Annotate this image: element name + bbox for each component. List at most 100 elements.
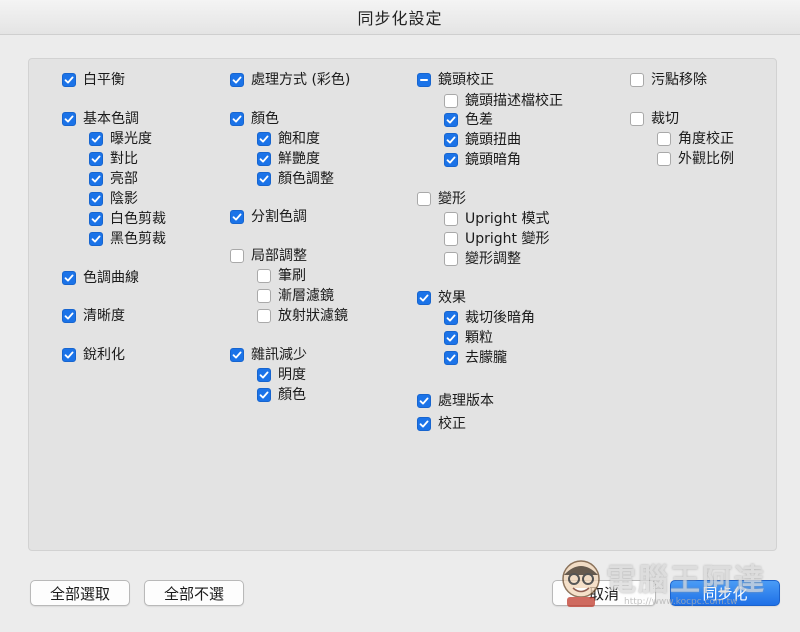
checkbox-unchecked[interactable] xyxy=(444,252,458,266)
checkbox-item[interactable]: 鏡頭扭曲 xyxy=(444,130,521,150)
checkbox-label: 鮮艷度 xyxy=(278,151,320,167)
checkbox-item[interactable]: 筆刷 xyxy=(257,266,306,286)
checkbox-item[interactable]: 處理方式 (彩色) xyxy=(230,70,350,90)
checkbox-checked[interactable] xyxy=(89,212,103,226)
checkbox-item[interactable]: 基本色調 xyxy=(62,109,139,129)
checkbox-checked[interactable] xyxy=(444,113,458,127)
checkbox-checked[interactable] xyxy=(230,73,244,87)
checkbox-item[interactable]: 色差 xyxy=(444,110,493,130)
checkbox-checked[interactable] xyxy=(89,152,103,166)
checkbox-label: 顏色調整 xyxy=(278,171,334,187)
checkbox-checked[interactable] xyxy=(62,73,76,87)
sync-button[interactable]: 同步化 xyxy=(670,580,780,606)
checkbox-item[interactable]: 黑色剪裁 xyxy=(89,229,166,249)
checkbox-item[interactable]: 裁切 xyxy=(630,109,679,129)
checkbox-unchecked[interactable] xyxy=(444,94,458,108)
checkbox-unchecked[interactable] xyxy=(444,232,458,246)
checkbox-item[interactable]: 變形 xyxy=(417,189,466,209)
checkbox-item[interactable]: 變形調整 xyxy=(444,249,521,269)
checkbox-checked[interactable] xyxy=(230,210,244,224)
checkbox-item[interactable]: 去朦朧 xyxy=(444,348,507,368)
checkbox-label: 顆粒 xyxy=(465,330,493,346)
checkbox-item[interactable]: 曝光度 xyxy=(89,129,152,149)
checkbox-item[interactable]: 明度 xyxy=(257,365,306,385)
checkbox-item[interactable]: 顏色 xyxy=(230,109,279,129)
checkbox-item[interactable]: 顏色 xyxy=(257,385,306,405)
checkbox-label: 飽和度 xyxy=(278,131,320,147)
checkbox-unchecked[interactable] xyxy=(444,212,458,226)
checkbox-item[interactable]: 污點移除 xyxy=(630,70,707,90)
checkbox-checked[interactable] xyxy=(89,132,103,146)
checkbox-checked[interactable] xyxy=(444,133,458,147)
checkbox-item[interactable]: Upright 模式 xyxy=(444,209,549,229)
checkbox-unchecked[interactable] xyxy=(417,192,431,206)
checkbox-item[interactable]: 銳利化 xyxy=(62,345,125,365)
checkbox-label: 鏡頭描述檔校正 xyxy=(465,93,563,109)
checkbox-item[interactable]: 分割色調 xyxy=(230,207,307,227)
checkbox-checked[interactable] xyxy=(89,192,103,206)
checkbox-label: 鏡頭暗角 xyxy=(465,152,521,168)
checkbox-checked[interactable] xyxy=(62,271,76,285)
checkbox-checked[interactable] xyxy=(444,311,458,325)
checkmark-icon xyxy=(64,115,74,123)
checkbox-item[interactable]: 亮部 xyxy=(89,169,138,189)
checkbox-checked[interactable] xyxy=(257,172,271,186)
checkbox-item[interactable]: 色調曲線 xyxy=(62,268,139,288)
checkmark-icon xyxy=(419,397,429,405)
checkbox-checked[interactable] xyxy=(444,331,458,345)
checkbox-item[interactable]: 校正 xyxy=(417,414,466,434)
checkmark-icon xyxy=(259,371,269,379)
checkbox-item[interactable]: 對比 xyxy=(89,149,138,169)
checkbox-checked[interactable] xyxy=(257,132,271,146)
checkbox-unchecked[interactable] xyxy=(257,269,271,283)
checkbox-item[interactable]: Upright 變形 xyxy=(444,229,549,249)
checkbox-unchecked[interactable] xyxy=(257,289,271,303)
checkbox-item[interactable]: 處理版本 xyxy=(417,391,494,411)
checkbox-item[interactable]: 效果 xyxy=(417,288,466,308)
checkbox-unchecked[interactable] xyxy=(657,132,671,146)
checkbox-checked[interactable] xyxy=(257,388,271,402)
checkbox-item[interactable]: 飽和度 xyxy=(257,129,320,149)
checkbox-checked[interactable] xyxy=(230,348,244,362)
checkbox-unchecked[interactable] xyxy=(630,112,644,126)
checkbox-checked[interactable] xyxy=(444,351,458,365)
checkbox-checked[interactable] xyxy=(417,291,431,305)
checkbox-checked[interactable] xyxy=(417,417,431,431)
checkbox-item[interactable]: 放射狀濾鏡 xyxy=(257,306,348,326)
checkbox-item[interactable]: 鮮艷度 xyxy=(257,149,320,169)
checkbox-item[interactable]: 角度校正 xyxy=(657,129,734,149)
checkbox-checked[interactable] xyxy=(444,153,458,167)
checkbox-mixed[interactable] xyxy=(417,73,431,87)
checkbox-item[interactable]: 鏡頭校正 xyxy=(417,70,494,90)
checkbox-checked[interactable] xyxy=(417,394,431,408)
checkbox-item[interactable]: 局部調整 xyxy=(230,246,307,266)
checkbox-unchecked[interactable] xyxy=(630,73,644,87)
checkbox-checked[interactable] xyxy=(62,112,76,126)
select-all-button[interactable]: 全部選取 xyxy=(30,580,130,606)
checkbox-item[interactable]: 陰影 xyxy=(89,189,138,209)
checkbox-item[interactable]: 白色剪裁 xyxy=(89,209,166,229)
checkbox-checked[interactable] xyxy=(230,112,244,126)
checkbox-checked[interactable] xyxy=(257,368,271,382)
checkbox-unchecked[interactable] xyxy=(230,249,244,263)
checkbox-checked[interactable] xyxy=(89,172,103,186)
checkbox-item[interactable]: 鏡頭暗角 xyxy=(444,150,521,170)
checkbox-checked[interactable] xyxy=(62,348,76,362)
checkbox-checked[interactable] xyxy=(89,232,103,246)
checkbox-item[interactable]: 漸層濾鏡 xyxy=(257,286,334,306)
checkbox-checked[interactable] xyxy=(257,152,271,166)
checkbox-item[interactable]: 雜訊減少 xyxy=(230,345,307,365)
checkbox-item[interactable]: 裁切後暗角 xyxy=(444,308,535,328)
checkbox-item[interactable]: 外觀比例 xyxy=(657,149,734,169)
checkbox-unchecked[interactable] xyxy=(257,309,271,323)
checkbox-label: 基本色調 xyxy=(83,111,139,127)
checkbox-item[interactable]: 白平衡 xyxy=(62,70,125,90)
select-none-button[interactable]: 全部不選 xyxy=(144,580,244,606)
checkbox-item[interactable]: 鏡頭描述檔校正 xyxy=(444,91,563,111)
checkbox-item[interactable]: 顆粒 xyxy=(444,328,493,348)
cancel-button[interactable]: 取消 xyxy=(552,580,656,606)
checkbox-item[interactable]: 清晰度 xyxy=(62,306,125,326)
checkbox-item[interactable]: 顏色調整 xyxy=(257,169,334,189)
checkbox-checked[interactable] xyxy=(62,309,76,323)
checkbox-unchecked[interactable] xyxy=(657,152,671,166)
